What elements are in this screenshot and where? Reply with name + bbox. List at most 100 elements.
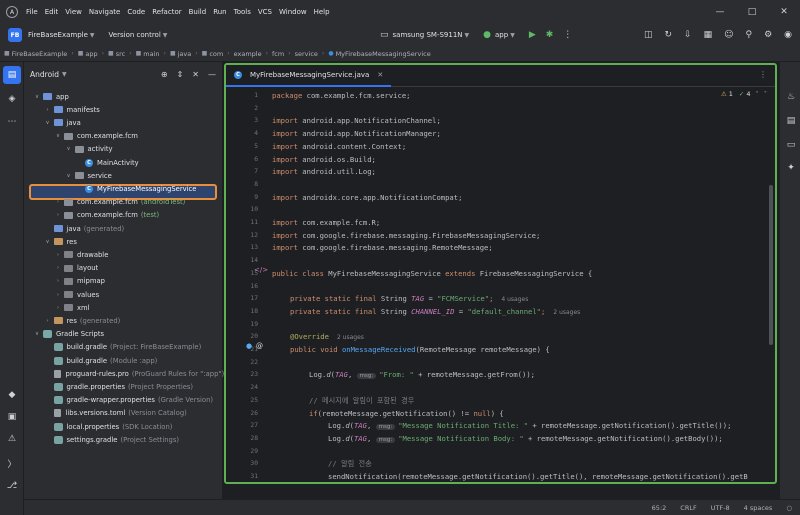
collapse-all-icon[interactable]: ⇕ — [177, 70, 184, 79]
usages-hint[interactable]: 2 usages — [553, 309, 580, 316]
menu-tools[interactable]: Tools — [234, 8, 251, 16]
device-selector[interactable]: samsung SM-S911N — [393, 31, 463, 39]
menu-run[interactable]: Run — [213, 8, 226, 16]
menu-refactor[interactable]: Refactor — [152, 8, 181, 16]
chevron-right-icon[interactable]: › — [44, 318, 52, 324]
override-icon[interactable]: ● — [246, 342, 252, 350]
chevron-right-icon[interactable]: › — [54, 265, 62, 271]
breadcrumb-item-app[interactable]: ■ app — [78, 50, 98, 58]
close-icon[interactable]: ✕ — [768, 7, 800, 17]
implemented-icon[interactable]: </> — [254, 266, 268, 274]
tree-item[interactable]: › layout — [54, 262, 98, 275]
chevron-down-icon[interactable]: ∨ — [65, 146, 73, 152]
terminal-icon[interactable]: 〉 — [3, 454, 21, 472]
tree-item[interactable]: libs.versions.toml (Version Catalog) — [44, 407, 187, 420]
tree-item[interactable]: C MyFirebaseMessagingService — [75, 182, 196, 195]
tree-item[interactable]: ∨ java — [44, 116, 80, 129]
breadcrumb-item-main[interactable]: ■ main — [136, 50, 160, 58]
tree-item[interactable]: ∨ service — [65, 169, 111, 182]
tree-item[interactable]: › drawable — [54, 248, 109, 261]
tree-item[interactable]: build.gradle (Project: FireBaseExample) — [44, 341, 201, 354]
tree-item[interactable]: java (generated) — [44, 222, 124, 235]
tree-item[interactable]: proguard-rules.pro (ProGuard Rules for ":… — [44, 367, 224, 380]
tree-item[interactable]: ∨ com.example.fcm — [54, 130, 138, 143]
menu-file[interactable]: File — [26, 8, 38, 16]
version-control-dropdown[interactable]: Version control — [109, 31, 161, 39]
tree-item[interactable]: ∨ app — [33, 90, 69, 103]
build-variants-icon[interactable]: ◆ — [3, 386, 21, 404]
chevron-right-icon[interactable]: › — [54, 292, 62, 298]
breadcrumb-item-class[interactable]: ● MyFirebaseMessagingService — [328, 50, 430, 58]
menu-help[interactable]: Help — [314, 8, 330, 16]
menu-vcs[interactable]: VCS — [258, 8, 272, 16]
menu-navigate[interactable]: Navigate — [89, 8, 120, 16]
breadcrumb-item-src[interactable]: ■ src — [108, 50, 125, 58]
menu-edit[interactable]: Edit — [45, 8, 59, 16]
chevron-up-icon[interactable]: ˄ — [756, 90, 759, 98]
more-horizontal-icon[interactable]: ⋯ — [3, 113, 21, 131]
project-view-selector[interactable]: Android — [30, 70, 59, 79]
tree-item[interactable]: settings.gradle (Project Settings) — [44, 433, 179, 446]
chevron-right-icon[interactable]: › — [44, 107, 52, 113]
menu-window[interactable]: Window — [279, 8, 307, 16]
breadcrumb-item-com[interactable]: ■ com — [202, 50, 224, 58]
editor-scrollbar[interactable] — [769, 185, 773, 345]
tree-item[interactable]: gradle-wrapper.properties (Gradle Version… — [44, 394, 213, 407]
lock-icon[interactable]: ○ — [786, 504, 792, 512]
sync-icon[interactable]: ↻ — [664, 30, 672, 40]
tree-item[interactable]: › manifests — [44, 103, 99, 116]
chevron-right-icon[interactable]: › — [54, 278, 62, 284]
breadcrumb-item-project[interactable]: ■ FireBaseExample — [4, 50, 67, 58]
chevron-right-icon[interactable]: › — [54, 305, 62, 311]
chevron-right-icon[interactable]: › — [54, 252, 62, 258]
tree-item[interactable]: › com.example.fcm (test) — [54, 209, 159, 222]
chevron-right-icon[interactable]: › — [54, 199, 62, 205]
gear-icon[interactable]: ⚙ — [764, 30, 772, 40]
at-icon[interactable]: @ — [256, 342, 263, 350]
tree-item[interactable]: ∨ activity — [65, 143, 112, 156]
chevron-down-icon[interactable]: ∨ — [44, 120, 52, 126]
debug-icon[interactable]: ✱ — [546, 30, 554, 40]
device-explorer-icon[interactable]: ▣ — [3, 408, 21, 426]
gradle-icon[interactable]: ▤ — [782, 112, 800, 130]
layout-inspector-icon[interactable]: ▦ — [704, 30, 713, 40]
breadcrumb-item-java[interactable]: ■ java — [170, 50, 191, 58]
problems-icon[interactable]: ⚠ — [3, 430, 21, 448]
tree-item[interactable]: › com.example.fcm (androidTest) — [54, 196, 185, 209]
more-vertical-icon[interactable]: ⋮ — [759, 70, 767, 79]
ai-assistant-icon[interactable]: ✦ — [782, 159, 800, 177]
notifications-icon[interactable]: ♨ — [782, 88, 800, 106]
search-icon[interactable]: ⚲ — [745, 30, 752, 40]
code-area[interactable]: package com.example.fcm.service; import … — [272, 87, 772, 482]
menu-view[interactable]: View — [65, 8, 82, 16]
breadcrumb-item-example[interactable]: example — [234, 50, 262, 58]
chevron-right-icon[interactable]: › — [54, 212, 62, 218]
project-folder-icon[interactable]: ▤ — [3, 66, 21, 84]
file-encoding[interactable]: UTF-8 — [711, 504, 730, 512]
account-icon[interactable]: ◉ — [784, 30, 792, 40]
line-separator[interactable]: CRLF — [680, 504, 696, 512]
close-panel-icon[interactable]: ✕ — [192, 70, 199, 79]
minimize-icon[interactable]: — — [704, 7, 736, 17]
menu-code[interactable]: Code — [127, 8, 145, 16]
tree-item[interactable]: ∨ res — [44, 235, 76, 248]
chevron-down-icon[interactable]: ∨ — [44, 239, 52, 245]
more-vertical-icon[interactable]: ⋮ — [563, 30, 572, 40]
tree-item[interactable]: C MainActivity — [75, 156, 139, 169]
chevron-down-icon[interactable]: ∨ — [33, 94, 41, 100]
device-manager-icon[interactable]: ◫ — [644, 30, 653, 40]
breadcrumb-item-fcm[interactable]: fcm — [272, 50, 284, 58]
chevron-down-icon[interactable]: ∨ — [65, 173, 73, 179]
run-icon[interactable]: ▶ — [529, 30, 536, 40]
tree-item[interactable]: › mipmap — [54, 275, 105, 288]
version-control-icon[interactable]: ⎇ — [3, 477, 21, 495]
inspection-widget[interactable]: ⚠ 1 ✓ 4 ˄ ˅ — [721, 90, 767, 98]
chevron-down-icon[interactable]: ∨ — [54, 133, 62, 139]
tree-item[interactable]: › res (generated) — [44, 314, 120, 327]
maximize-icon[interactable]: □ — [736, 7, 768, 17]
tree-item[interactable]: gradle.properties (Project Properties) — [44, 380, 193, 393]
close-icon[interactable]: ✕ — [377, 71, 383, 79]
minimize-panel-icon[interactable]: — — [208, 70, 216, 79]
profile-icon[interactable]: ☺ — [724, 30, 733, 40]
commit-icon[interactable]: ◈ — [3, 90, 21, 108]
